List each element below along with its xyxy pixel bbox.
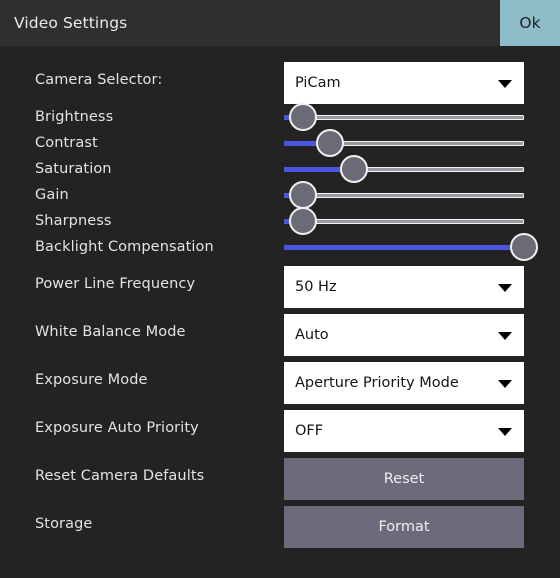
slider-thumb[interactable]	[510, 233, 538, 261]
dropdown-value-exposure-mode: Aperture Priority Mode	[295, 375, 459, 391]
video-settings-dialog: Video Settings Ok Camera Selector: PiCam B…	[0, 0, 560, 578]
chevron-down-icon	[498, 332, 512, 340]
window-title: Video Settings	[14, 14, 128, 32]
row-label-brightness: Brightness	[35, 109, 114, 125]
row-label-exposure-mode: Exposure Mode	[35, 372, 148, 388]
slider-track	[284, 115, 524, 120]
chevron-down-icon	[498, 380, 512, 388]
slider-sharpness[interactable]	[284, 207, 524, 235]
slider-thumb[interactable]	[289, 181, 318, 209]
slider-thumb[interactable]	[315, 129, 344, 157]
settings-list: Camera Selector: PiCam Brightness Contrast S…	[0, 46, 560, 578]
chevron-down-icon	[498, 80, 512, 88]
dropdown-value-exposure-auto-priority: OFF	[295, 423, 324, 439]
dropdown-value-power-line-frequency: 50 Hz	[295, 279, 337, 295]
slider-backlight-compensation[interactable]	[284, 233, 538, 261]
slider-thumb[interactable]	[289, 103, 318, 131]
title-bar: Video Settings Ok	[0, 0, 560, 46]
row-label-contrast: Contrast	[35, 135, 98, 151]
button-storage-format[interactable]: Format	[284, 506, 524, 548]
dropdown-power-line-frequency[interactable]: 50 Hz	[284, 266, 524, 308]
dropdown-value-camera-selector: PiCam	[295, 75, 341, 91]
row-label-reset-camera-defaults: Reset Camera Defaults	[35, 468, 205, 484]
dropdown-value-white-balance-mode: Auto	[295, 327, 329, 343]
dropdown-camera-selector[interactable]: PiCam	[284, 62, 524, 104]
ok-button[interactable]: Ok	[500, 0, 560, 46]
dropdown-exposure-auto-priority[interactable]: OFF	[284, 410, 524, 452]
slider-saturation[interactable]	[284, 155, 524, 183]
row-label-backlight-compensation: Backlight Compensation	[35, 239, 214, 255]
slider-brightness[interactable]	[284, 103, 524, 131]
row-label-white-balance-mode: White Balance Mode	[35, 324, 186, 340]
slider-thumb[interactable]	[339, 155, 368, 183]
chevron-down-icon	[498, 284, 512, 292]
chevron-down-icon	[498, 428, 512, 436]
slider-track	[284, 193, 524, 198]
button-reset-camera-defaults[interactable]: Reset	[284, 458, 524, 500]
slider-thumb[interactable]	[289, 207, 318, 235]
dropdown-white-balance-mode[interactable]: Auto	[284, 314, 524, 356]
row-label-saturation: Saturation	[35, 161, 112, 177]
slider-track	[284, 219, 524, 224]
slider-fill	[284, 245, 524, 250]
row-label-power-line-frequency: Power Line Frequency	[35, 276, 196, 292]
row-label-gain: Gain	[35, 187, 69, 203]
slider-gain[interactable]	[284, 181, 524, 209]
row-label-exposure-auto-priority: Exposure Auto Priority	[35, 420, 199, 436]
row-label-camera-selector: Camera Selector:	[35, 72, 163, 88]
slider-contrast[interactable]	[284, 129, 524, 157]
row-label-storage-format: Storage	[35, 516, 93, 532]
dropdown-exposure-mode[interactable]: Aperture Priority Mode	[284, 362, 524, 404]
row-label-sharpness: Sharpness	[35, 213, 112, 229]
